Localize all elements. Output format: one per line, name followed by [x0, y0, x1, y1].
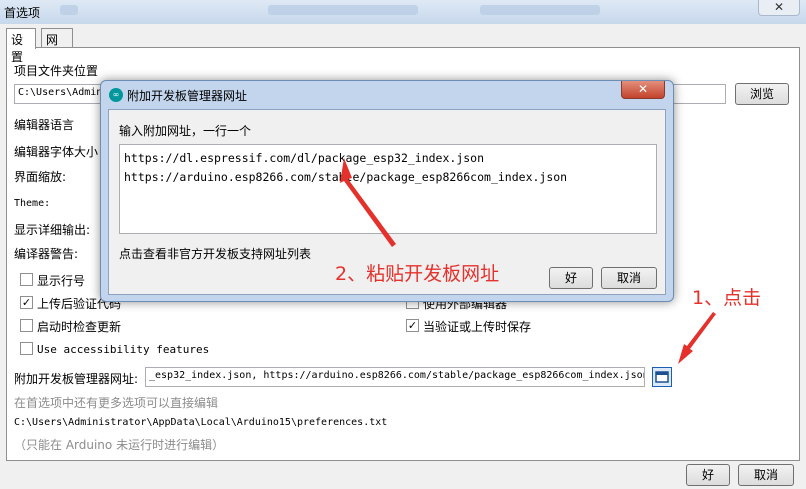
annotation-arrows: [340, 158, 716, 364]
annotation-step1: 1、点击: [692, 287, 762, 309]
annotation-arrow-click: [678, 312, 716, 364]
tab-settings[interactable]: 设置: [6, 28, 36, 64]
annotation-arrow-paste: [340, 158, 396, 247]
annotation-step2: 2、粘贴开发板网址: [335, 263, 500, 285]
